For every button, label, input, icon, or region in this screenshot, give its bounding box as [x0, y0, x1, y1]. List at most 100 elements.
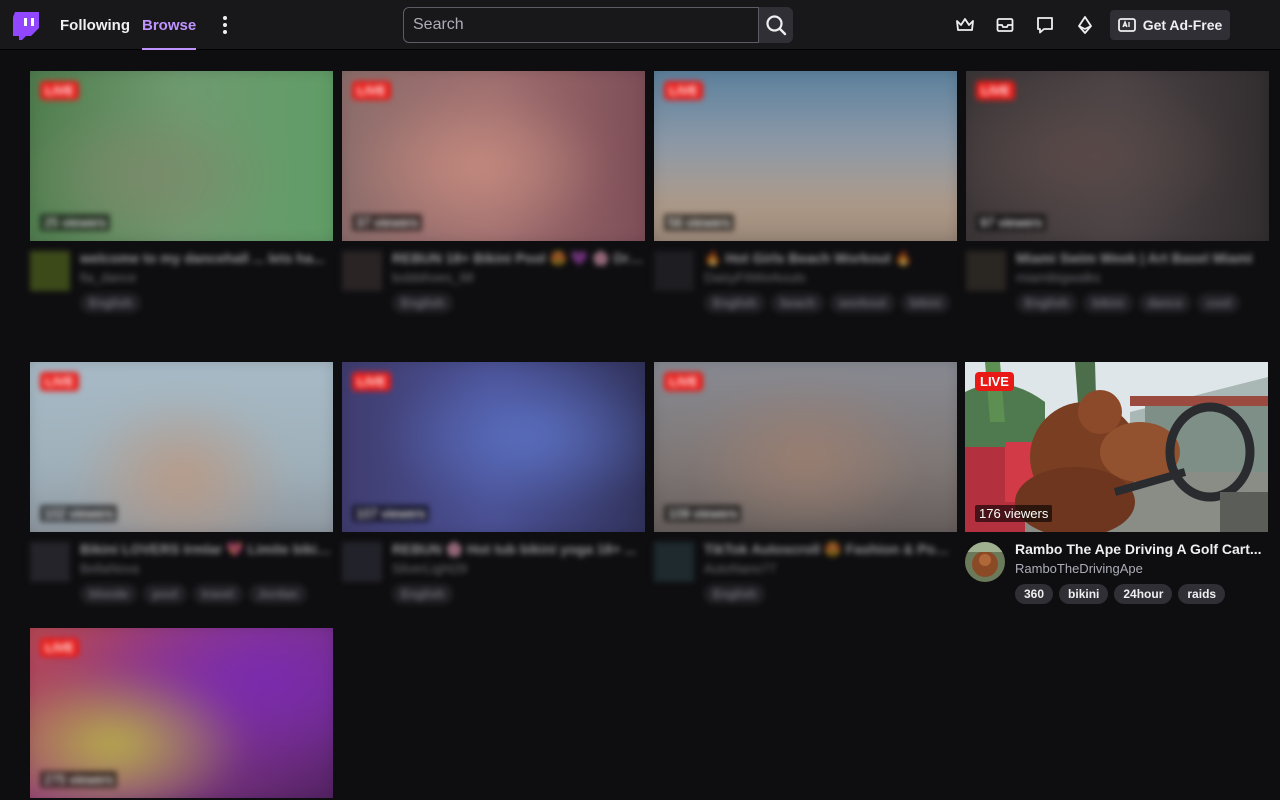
- live-badge: LIVE: [975, 372, 1014, 391]
- stream-thumbnail[interactable]: LIVE 102 viewers: [30, 362, 333, 532]
- following-link[interactable]: Following: [60, 0, 130, 50]
- channel-name[interactable]: miamibigwalks: [1016, 270, 1101, 285]
- tag[interactable]: English: [704, 584, 766, 604]
- stream-card[interactable]: LIVE 102 viewers Bikini LOVERS Irmlar 💖 …: [30, 362, 333, 622]
- tag[interactable]: workout: [830, 293, 895, 313]
- stream-title[interactable]: welcome to my dancehall ... lets ha...: [80, 250, 333, 266]
- tag[interactable]: blonde: [80, 584, 138, 604]
- live-badge: LIVE: [664, 81, 703, 100]
- stream-title[interactable]: REBUN 🌸 Hot tub bikini yoga 18+ ...: [392, 541, 645, 558]
- top-nav-bar: Following Browse Get Ad-Free: [0, 0, 1280, 50]
- live-badge: LIVE: [352, 81, 391, 100]
- tag[interactable]: pool: [143, 584, 187, 604]
- channel-name[interactable]: SilverLight29: [392, 561, 467, 576]
- stream-card[interactable]: LIVE 109 viewers TikTok Autoscroll 😍 Fas…: [654, 362, 957, 622]
- tag[interactable]: English: [1016, 293, 1078, 313]
- avatar[interactable]: [30, 251, 70, 291]
- channel-name[interactable]: AutoNano77: [704, 561, 776, 576]
- viewer-count: 107 viewers: [352, 505, 430, 522]
- stream-card[interactable]: LIVE 56 viewers 🔥 Hot Girls Beach Workou…: [654, 71, 957, 331]
- tag[interactable]: cool: [1197, 293, 1241, 313]
- tag[interactable]: raids: [1178, 584, 1226, 604]
- channel-name[interactable]: bobbihoes_98: [392, 270, 474, 285]
- inbox-icon[interactable]: [993, 13, 1017, 37]
- viewer-count: 97 viewers: [976, 214, 1047, 231]
- stream-title[interactable]: REBUN 18+ Bikini Pool 😍 💜 🌸 Dre...: [392, 250, 645, 267]
- avatar[interactable]: [965, 542, 1005, 582]
- stream-thumbnail[interactable]: LIVE 56 viewers: [654, 71, 957, 241]
- stream-title[interactable]: 🔥 Hot Girls Beach Workout 🔥: [704, 250, 957, 267]
- tag[interactable]: 360: [1015, 584, 1054, 604]
- stream-card-featured[interactable]: LIVE 176 viewers Rambo The Ape Driving A…: [965, 362, 1268, 622]
- tag[interactable]: English: [392, 293, 454, 313]
- stream-thumbnail[interactable]: LIVE 275 viewers: [30, 628, 333, 798]
- stream-thumbnail[interactable]: LIVE 97 viewers: [966, 71, 1269, 241]
- stream-card[interactable]: LIVE 97 viewers Miami Swim Week | Art Ba…: [966, 71, 1269, 331]
- stream-thumbnail[interactable]: LIVE 107 viewers: [342, 362, 645, 532]
- stream-title[interactable]: Miami Swim Week | Art Basel Miami: [1016, 250, 1269, 266]
- stream-card[interactable]: LIVE 107 viewers REBUN 🌸 Hot tub bikini …: [342, 362, 645, 622]
- tag-list: 360 bikini 24hour raids: [1015, 584, 1268, 604]
- live-badge: LIVE: [40, 638, 79, 657]
- tag[interactable]: bikini: [1083, 293, 1133, 313]
- browse-link[interactable]: Browse: [142, 0, 197, 50]
- tag[interactable]: bikini: [1059, 584, 1109, 604]
- tag[interactable]: dance: [1138, 293, 1192, 313]
- bits-icon[interactable]: [1073, 13, 1097, 37]
- crown-icon[interactable]: [953, 13, 977, 37]
- channel-name[interactable]: DaisyFitWorkouts: [704, 270, 806, 285]
- stream-card[interactable]: LIVE 25 viewers welcome to my dancehall …: [30, 71, 333, 331]
- viewer-count: 275 viewers: [40, 771, 118, 788]
- whispers-icon[interactable]: [1033, 13, 1057, 37]
- viewer-count: 56 viewers: [664, 214, 735, 231]
- stream-card[interactable]: LIVE 37 viewers REBUN 18+ Bikini Pool 😍 …: [342, 71, 645, 331]
- stream-thumbnail[interactable]: LIVE 109 viewers: [654, 362, 957, 532]
- avatar[interactable]: [966, 251, 1006, 291]
- live-badge: LIVE: [352, 372, 391, 391]
- get-ad-free-button[interactable]: Get Ad-Free: [1110, 10, 1230, 40]
- tag[interactable]: travel: [192, 584, 243, 604]
- avatar[interactable]: [342, 542, 382, 582]
- viewer-count: 37 viewers: [352, 214, 423, 231]
- search-button[interactable]: [759, 7, 793, 43]
- tag[interactable]: 24hour: [1114, 584, 1173, 604]
- stream-title[interactable]: TikTok Autoscroll 😍 Fashion & Pool...: [704, 541, 957, 558]
- stream-title[interactable]: Bikini LOVERS Irmlar 💖 Limite bikini...: [80, 541, 333, 558]
- stream-thumbnail[interactable]: LIVE 37 viewers: [342, 71, 645, 241]
- avatar[interactable]: [342, 251, 382, 291]
- tag[interactable]: English: [704, 293, 766, 313]
- tag-list: English: [80, 293, 333, 313]
- live-badge: LIVE: [40, 372, 79, 391]
- viewer-count: 102 viewers: [40, 505, 118, 522]
- tag[interactable]: English: [392, 584, 454, 604]
- channel-avatar-image: [965, 542, 1005, 582]
- channel-name[interactable]: RamboTheDrivingApe: [1015, 561, 1143, 576]
- avatar[interactable]: [654, 542, 694, 582]
- stream-card[interactable]: LIVE 275 viewers: [30, 628, 333, 798]
- tag-list: English: [392, 293, 645, 313]
- twitch-logo-icon[interactable]: [12, 11, 40, 41]
- search-input[interactable]: [403, 7, 759, 43]
- live-badge: LIVE: [40, 81, 79, 100]
- search-icon: [766, 15, 787, 36]
- viewer-count: 176 viewers: [975, 505, 1053, 522]
- viewer-count: 109 viewers: [664, 505, 742, 522]
- channel-name[interactable]: fia_dance: [80, 270, 136, 285]
- tag[interactable]: beach: [771, 293, 825, 313]
- tag-list: English beach workout bikini: [704, 293, 957, 313]
- tag[interactable]: English: [80, 293, 142, 313]
- avatar[interactable]: [654, 251, 694, 291]
- tag[interactable]: Jordan: [248, 584, 307, 604]
- stream-thumbnail[interactable]: LIVE 25 viewers: [30, 71, 333, 241]
- avatar[interactable]: [30, 542, 70, 582]
- tag-list: blonde pool travel Jordan: [80, 584, 333, 604]
- channel-name[interactable]: BellaNova: [80, 561, 139, 576]
- more-menu-icon[interactable]: [214, 12, 236, 38]
- live-badge: LIVE: [664, 372, 703, 391]
- tag-list: English: [704, 584, 957, 604]
- tag[interactable]: bikini: [900, 293, 951, 313]
- stream-thumbnail[interactable]: LIVE 176 viewers: [965, 362, 1268, 532]
- get-ad-free-label: Get Ad-Free: [1142, 17, 1223, 33]
- stream-title[interactable]: Rambo The Ape Driving A Golf Cart...: [1015, 541, 1268, 557]
- ad-free-icon: [1117, 18, 1136, 32]
